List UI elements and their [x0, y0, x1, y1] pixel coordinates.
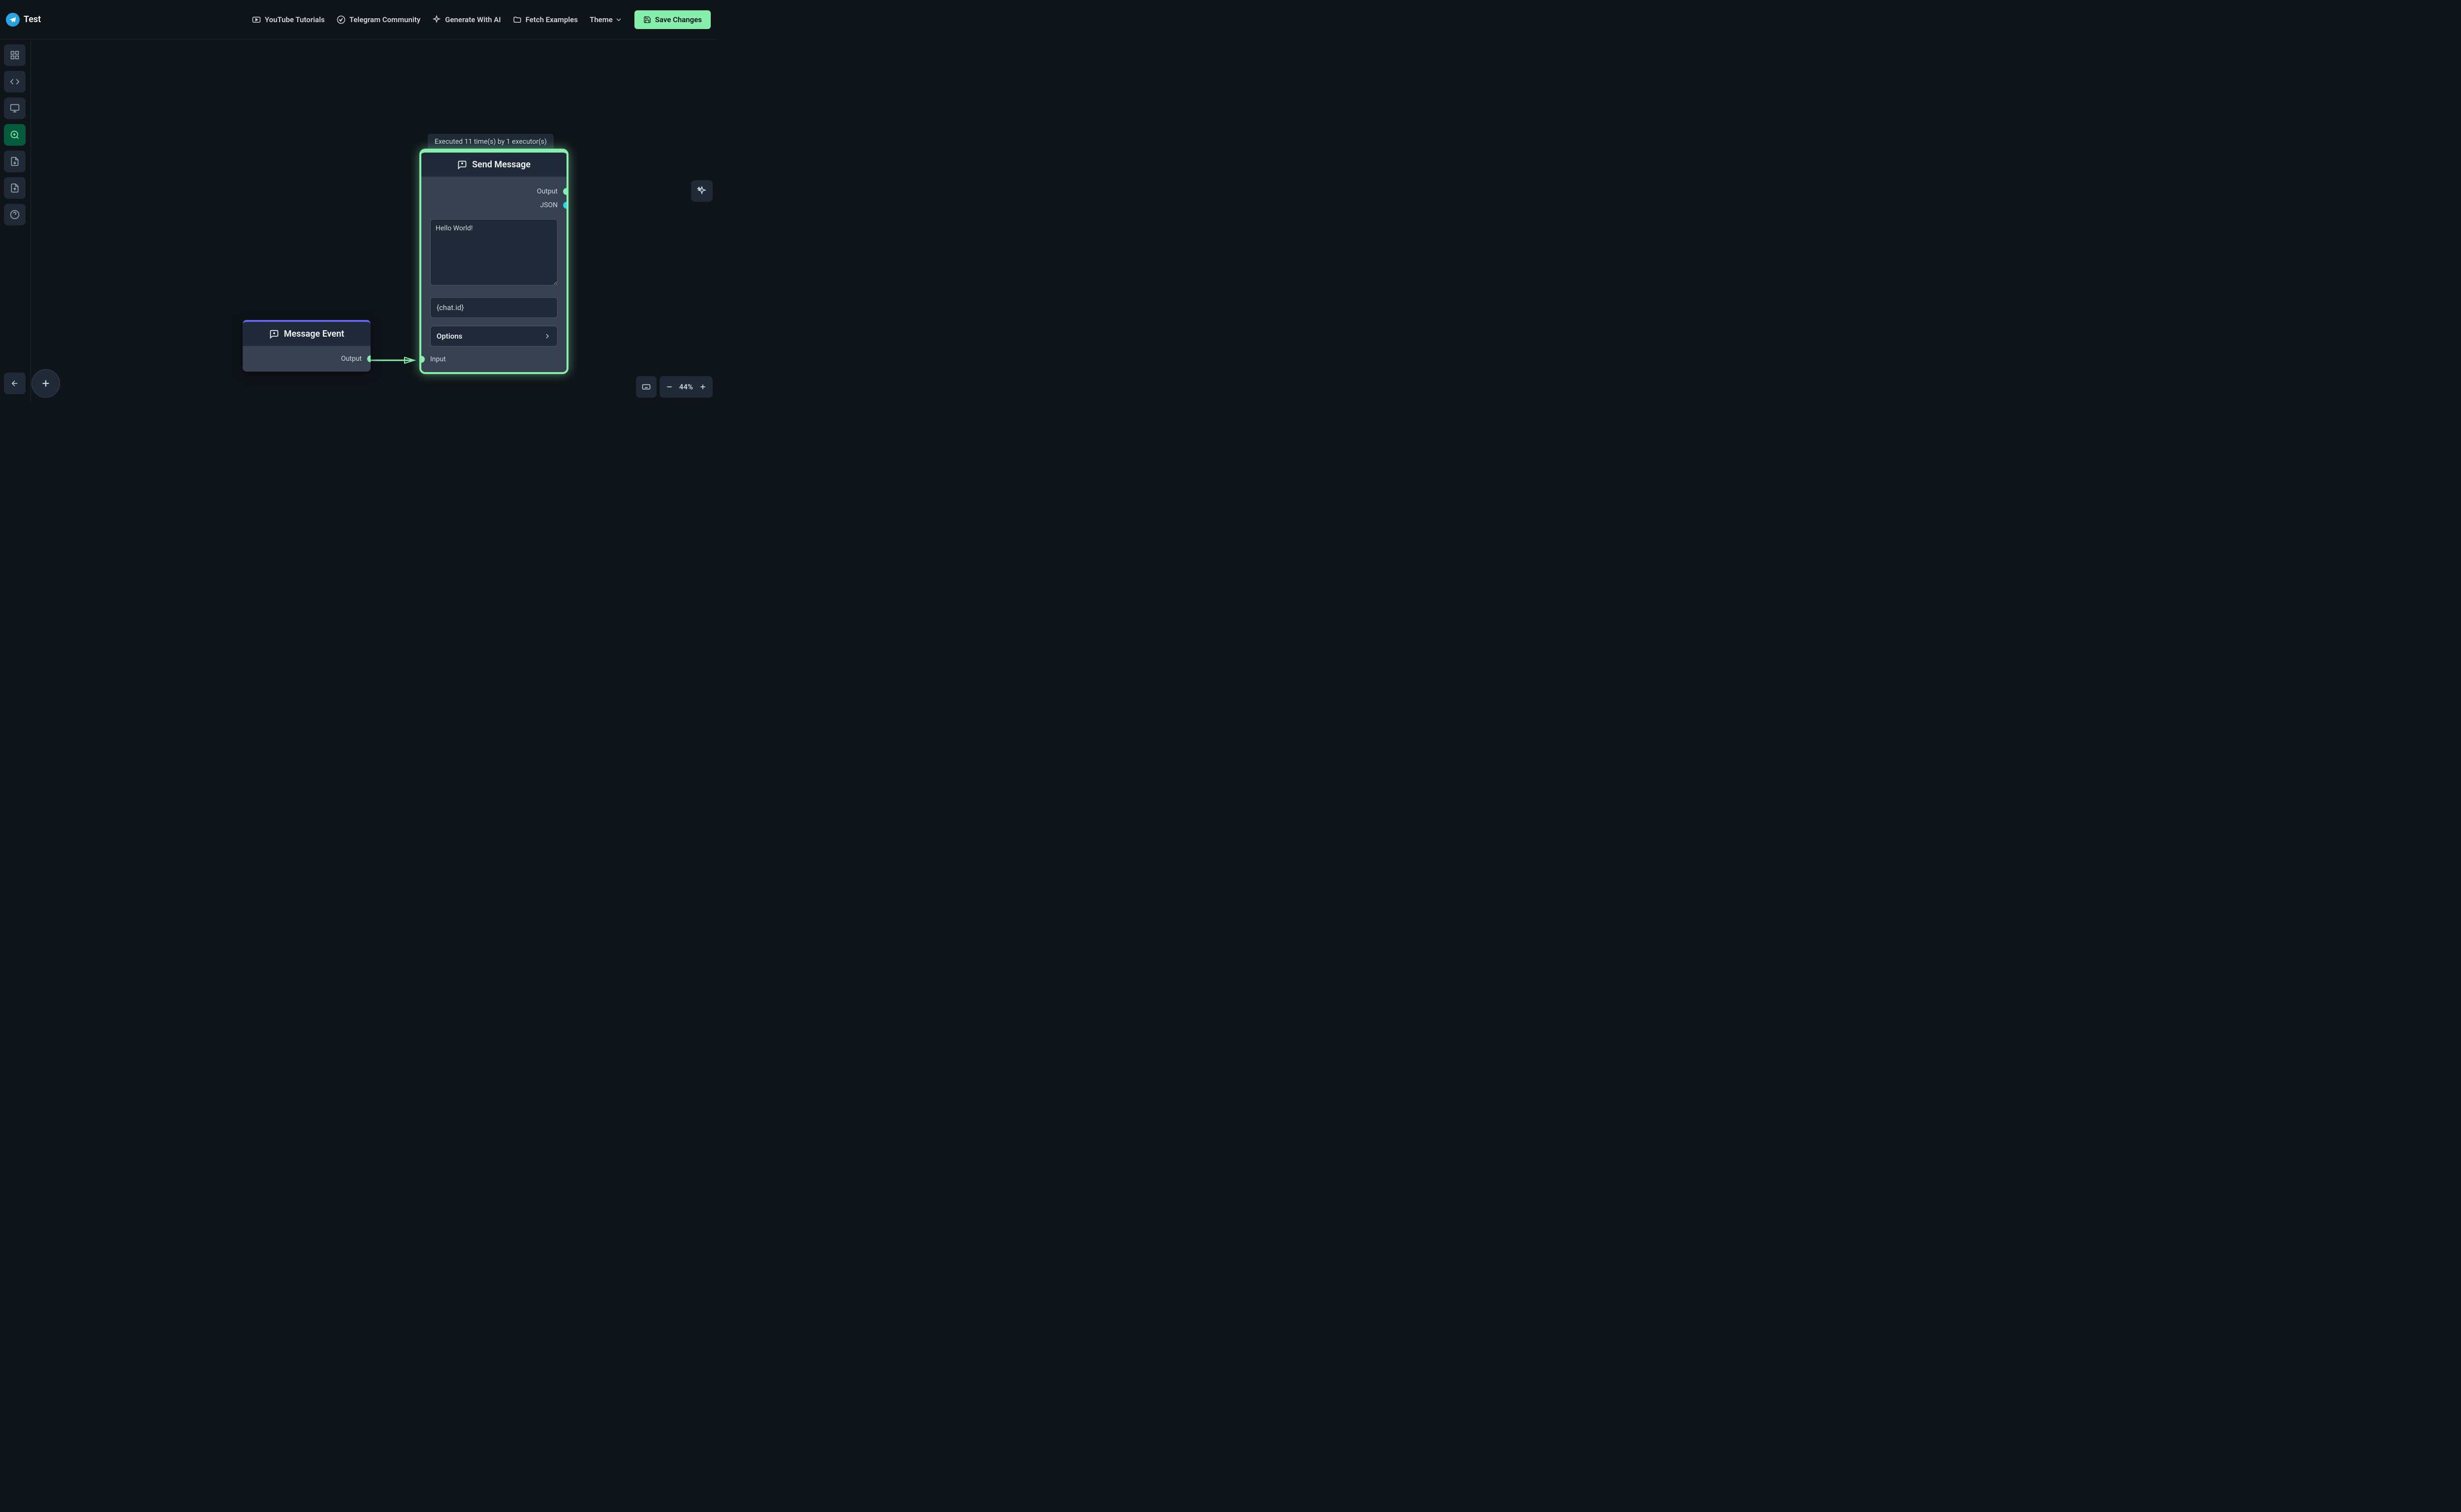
save-button[interactable]: Save Changes [634, 10, 711, 29]
ai-assistant-button[interactable] [691, 180, 713, 202]
port-dot[interactable] [563, 188, 567, 195]
message-text-input[interactable] [430, 219, 558, 285]
help-icon [10, 210, 20, 220]
node-header: Send Message [421, 153, 567, 177]
file-import-icon [10, 183, 20, 193]
sidebar [4, 44, 26, 225]
telegram-logo-icon [6, 13, 20, 27]
sparkle-icon [432, 15, 441, 24]
app-title: Test [24, 14, 41, 25]
message-download-icon [269, 329, 279, 339]
sidebar-zoom[interactable] [4, 124, 26, 146]
port-dot[interactable] [563, 202, 567, 209]
zoom-value: 44% [679, 382, 693, 391]
monitor-icon [10, 103, 20, 113]
execution-tooltip: Executed 11 time(s) by 1 executor(s) [428, 134, 554, 150]
keyboard-shortcuts-button[interactable] [636, 376, 657, 398]
sidebar-import[interactable] [4, 177, 26, 199]
sidebar-export[interactable] [4, 151, 26, 172]
node-body: Output [243, 346, 371, 372]
canvas[interactable]: Executed 11 time(s) by 1 executor(s) Mes… [31, 40, 717, 402]
keyboard-icon [642, 382, 651, 391]
bottom-left-controls [4, 369, 60, 398]
port-dot[interactable] [421, 356, 425, 363]
youtube-tutorials-link[interactable]: YouTube Tutorials [252, 15, 325, 24]
sidebar-help[interactable] [4, 204, 26, 225]
code-icon [10, 77, 20, 87]
zoom-out-button[interactable] [665, 383, 673, 391]
json-port[interactable]: JSON [430, 198, 558, 212]
dashboard-icon [10, 50, 20, 60]
telegram-icon [337, 15, 346, 24]
node-message-event[interactable]: Message Event Output [243, 320, 371, 372]
input-port[interactable]: Input [430, 355, 558, 363]
chevron-down-icon [615, 16, 623, 24]
plus-icon [699, 383, 707, 391]
output-port[interactable]: Output [252, 352, 362, 366]
logo-section: Test [6, 13, 41, 27]
message-upload-icon [457, 160, 467, 170]
chevron-right-icon [543, 332, 551, 340]
node-body: Output JSON Options Input [421, 177, 567, 372]
plus-icon [40, 378, 51, 389]
add-node-button[interactable] [32, 369, 60, 398]
theme-selector[interactable]: Theme [590, 15, 623, 24]
app-header: Test YouTube Tutorials Telegram Communit… [0, 0, 717, 39]
sidebar-monitor[interactable] [4, 97, 26, 119]
telegram-community-link[interactable]: Telegram Community [337, 15, 421, 24]
sidebar-code[interactable] [4, 71, 26, 93]
fetch-examples-link[interactable]: Fetch Examples [513, 15, 578, 24]
port-dot[interactable] [367, 355, 371, 362]
bottom-right-controls: 44% [636, 376, 713, 398]
node-send-message[interactable]: Send Message Output JSON Options Input [421, 151, 567, 372]
options-expand[interactable]: Options [430, 326, 558, 346]
zoom-in-button[interactable] [699, 383, 707, 391]
zoom-in-icon [10, 130, 20, 140]
output-port[interactable]: Output [430, 185, 558, 198]
back-button[interactable] [4, 373, 26, 394]
minus-icon [665, 383, 673, 391]
node-header: Message Event [243, 322, 371, 346]
folder-icon [513, 15, 522, 24]
header-nav: YouTube Tutorials Telegram Community Gen… [252, 10, 711, 29]
sidebar-dashboard[interactable] [4, 44, 26, 66]
arrow-left-icon [10, 379, 19, 388]
save-icon [643, 16, 651, 24]
youtube-icon [252, 15, 261, 24]
sparkle-icon [697, 186, 707, 196]
generate-ai-link[interactable]: Generate With AI [432, 15, 501, 24]
node-connection [370, 356, 424, 364]
chat-id-input[interactable] [430, 297, 558, 318]
zoom-control: 44% [660, 376, 713, 398]
file-export-icon [10, 157, 20, 166]
